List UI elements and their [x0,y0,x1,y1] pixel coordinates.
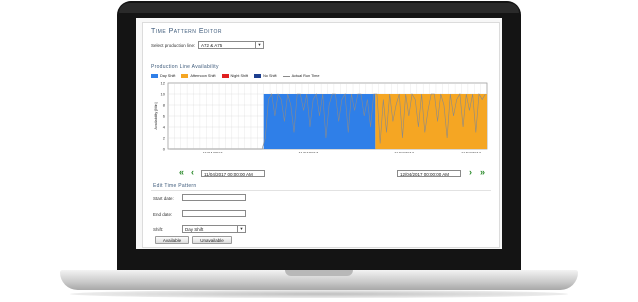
start-datetime-field[interactable]: 11/04/2017 00:00:00 AM [201,170,265,177]
end-date-label: End date: [153,212,173,217]
time-pattern-editor-panel: Time Pattern Editor Select production li… [142,22,500,248]
y-tick-label: 2 [163,136,166,141]
available-button[interactable]: Available [155,236,189,244]
section-divider [151,190,491,191]
x-tick-label: 11/04/2017 [298,151,318,154]
y-tick-label: 0 [163,147,166,152]
laptop-notch [285,270,353,276]
chevron-left-icon[interactable]: ‹ [191,168,194,177]
availability-chart: 0 2 4 6 8 10 12 Availability [Min] 11/04/2017 11/… [154,81,488,154]
y-tick-label: 12 [161,81,166,86]
x-tick-label: 11/04/2017 [461,151,481,154]
end-date-input[interactable] [182,210,246,217]
x-tick-label: 11/04/2017 [394,151,414,154]
shift-block-day-shift [263,94,376,149]
chevron-right-icon[interactable]: › [469,168,472,177]
edit-section-title: Edit Time Pattern [153,183,197,189]
laptop-screen: Time Pattern Editor Select production li… [136,18,502,249]
start-date-input[interactable] [182,194,246,201]
shift-value: Day Shift [185,227,204,232]
start-date-label: Start date: [153,196,174,201]
chevron-down-icon: ▼ [237,226,245,232]
double-chevron-left-icon[interactable]: « [179,168,184,177]
y-tick-label: 6 [163,114,166,119]
x-tick-label: 11/04/2017 [203,151,223,154]
y-tick-label: 8 [163,103,166,108]
unavailable-button[interactable]: Unavailable [192,236,232,244]
laptop-bezel [119,3,519,13]
double-chevron-right-icon[interactable]: » [480,168,485,177]
y-tick-label: 4 [163,125,166,130]
shift-select[interactable]: Day Shift ▼ [182,225,246,233]
y-axis-label: Availability [Min] [154,102,158,129]
shift-block-afternoon-shift [375,94,487,149]
end-datetime-field[interactable]: 12/04/2017 00:00:00 AM [397,170,461,177]
laptop-shadow [70,290,568,298]
y-tick-label: 10 [161,92,166,97]
shift-label: Shift: [153,227,164,232]
